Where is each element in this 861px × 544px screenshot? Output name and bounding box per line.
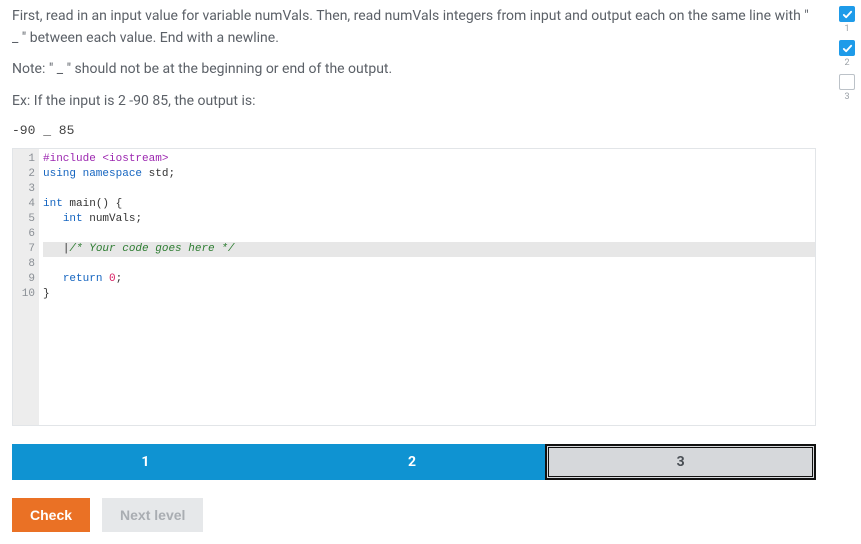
problem-p2: Note: " _ " should not be at the beginni… [12, 59, 816, 81]
code-line[interactable]: int numVals; [43, 212, 815, 227]
progress-step-1[interactable] [839, 6, 855, 22]
problem-statement: First, read in an input value for variab… [12, 6, 816, 113]
code-line[interactable]: |/* Your code goes here */ [43, 242, 815, 257]
problem-p1: First, read in an input value for variab… [12, 6, 816, 49]
line-number: 4 [19, 197, 35, 212]
example-output: -90 _ 85 [12, 123, 816, 138]
code-line[interactable] [43, 182, 815, 197]
line-number: 6 [19, 227, 35, 242]
next-level-button: Next level [102, 498, 203, 532]
line-number: 8 [19, 257, 35, 272]
button-row: Check Next level [12, 498, 816, 532]
code-line[interactable] [43, 227, 815, 242]
code-editor[interactable]: 12345678910 #include <iostream>using nam… [12, 148, 816, 426]
line-number: 10 [19, 287, 35, 302]
progress-step-2[interactable] [839, 40, 855, 56]
code-line[interactable] [43, 257, 815, 272]
line-number: 3 [19, 182, 35, 197]
line-number: 9 [19, 272, 35, 287]
progress-step-3[interactable] [839, 74, 855, 90]
line-number: 7 [19, 242, 35, 257]
code-area[interactable]: #include <iostream>using namespace std; … [39, 149, 815, 425]
code-line[interactable]: using namespace std; [43, 167, 815, 182]
testcase-tab-bar: 123 [12, 444, 816, 480]
line-number: 1 [19, 152, 35, 167]
side-progress: 1 2 3 [839, 6, 855, 106]
code-line[interactable]: } [43, 287, 815, 302]
progress-step-label: 2 [844, 58, 849, 68]
line-number: 2 [19, 167, 35, 182]
code-line[interactable]: int main() { [43, 197, 815, 212]
check-button[interactable]: Check [12, 498, 90, 532]
testcase-tab-1[interactable]: 1 [12, 444, 279, 480]
progress-step-label: 3 [844, 92, 849, 102]
line-number-gutter: 12345678910 [13, 149, 39, 425]
code-line[interactable]: return 0; [43, 272, 815, 287]
code-line[interactable]: #include <iostream> [43, 152, 815, 167]
line-number: 5 [19, 212, 35, 227]
testcase-tab-2[interactable]: 2 [279, 444, 546, 480]
progress-step-label: 1 [844, 24, 849, 34]
main-column: First, read in an input value for variab… [0, 0, 828, 544]
testcase-tab-3[interactable]: 3 [545, 444, 816, 480]
problem-p3: Ex: If the input is 2 -90 85, the output… [12, 91, 816, 113]
